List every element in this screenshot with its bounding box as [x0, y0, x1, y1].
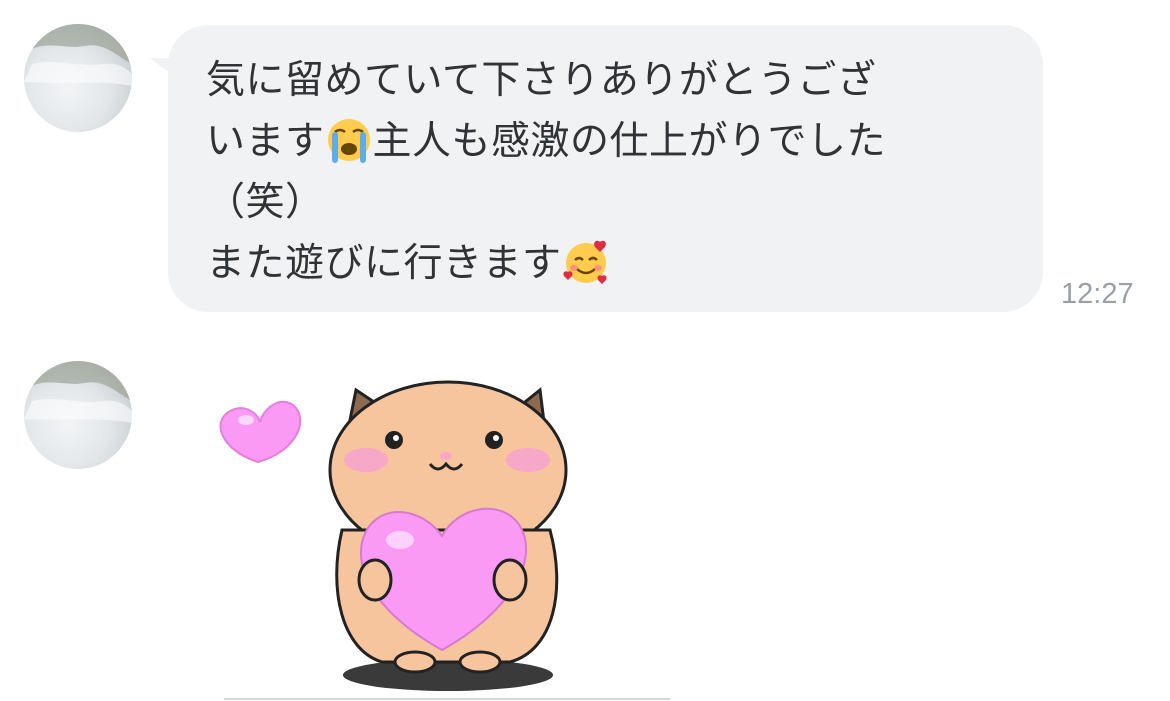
message-timestamp: 12:27	[1061, 278, 1134, 310]
hamster-holding-heart-sticker-icon[interactable]	[210, 380, 680, 701]
sender-avatar[interactable]	[24, 24, 132, 132]
message-line-2: います	[206, 119, 325, 164]
avatar-photo-icon	[24, 361, 132, 423]
sender-avatar[interactable]	[24, 361, 132, 469]
message-text: 気に留めていて下さりありがとうござ います 主人も感激の仕上がりでした （笑） …	[206, 50, 1006, 294]
message-line-5: また遊びに行きます	[206, 241, 562, 286]
message-line-4: （笑）	[206, 180, 325, 225]
avatar-photo-icon	[24, 24, 132, 86]
chat-view: 気に留めていて下さりありがとうござ います 主人も感激の仕上がりでした （笑） …	[0, 0, 1170, 701]
loudly-crying-face-icon	[327, 119, 370, 163]
message-line-1: 気に留めていて下さりありがとうござ	[206, 58, 877, 103]
message-line-3: 主人も感激の仕上がりでした	[372, 119, 887, 164]
smiling-face-with-hearts-icon	[562, 240, 607, 284]
